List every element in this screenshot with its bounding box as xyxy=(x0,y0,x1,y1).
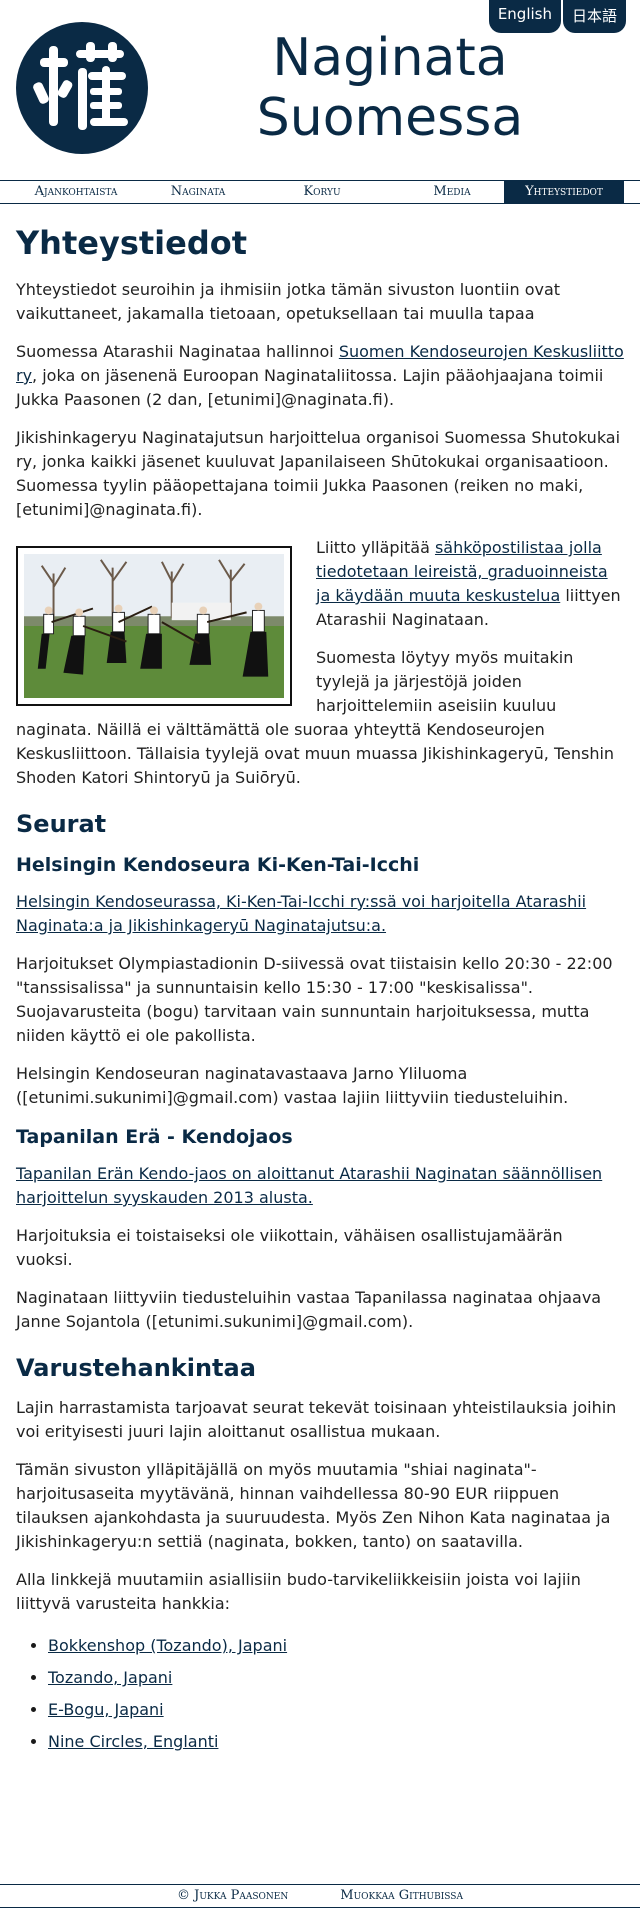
list-item: Tozando, Japani xyxy=(48,1662,624,1694)
club-tapanila-contact: Naginataan liittyviin tiedusteluihin vas… xyxy=(16,1288,602,1331)
nav-item-media[interactable]: Media xyxy=(400,181,504,203)
list-item: Nine Circles, Englanti xyxy=(48,1726,624,1758)
naginata-practice-photo xyxy=(16,546,292,706)
gear-paragraph-1: Lajin harrastamista tarjoavat seurat tek… xyxy=(16,1398,617,1441)
nav-item-yhteystiedot[interactable]: Yhteystiedot xyxy=(504,181,624,203)
nav-item-ajankohtaista[interactable]: Ajankohtaista xyxy=(0,181,152,203)
shop-link-bokkenshop[interactable]: Bokkenshop (Tozando), Japani xyxy=(48,1636,287,1655)
club-tapanila-schedule: Harjoituksia ei toistaiseksi ole viikott… xyxy=(16,1226,563,1269)
page-title: Yhteystiedot xyxy=(16,224,248,262)
club-kikentaiicchi-link-paragraph: Helsingin Kendoseurassa, Ki-Ken-Tai-Icch… xyxy=(16,890,624,938)
club-kikentaiicchi-heading: Helsingin Kendoseura Ki-Ken-Tai-Icchi xyxy=(16,854,420,876)
mailing-list-text-a: Liitto ylläpitää xyxy=(316,538,435,557)
main-nav: Ajankohtaista Naginata Koryu Media Yhtey… xyxy=(0,180,640,204)
site-title-line1: Naginata xyxy=(272,28,508,88)
gear-paragraph-3: Alla linkkejä muutamiin asiallisiin budo… xyxy=(16,1570,581,1613)
jikishinkageryu-paragraph: Jikishinkageryu Naginatajutsun harjoitte… xyxy=(16,428,621,519)
shop-link-ninecircles[interactable]: Nine Circles, Englanti xyxy=(48,1732,218,1751)
footer-edit-link[interactable]: Muokkaa Githubissa xyxy=(340,1885,463,1907)
site-title-line2: Suomessa xyxy=(256,88,524,148)
club-kikentaiicchi-schedule: Harjoitukset Olympiastadionin D-siivessä… xyxy=(16,954,613,1045)
shop-link-tozando[interactable]: Tozando, Japani xyxy=(48,1668,172,1687)
list-item: Bokkenshop (Tozando), Japani xyxy=(48,1630,624,1662)
site-title[interactable]: Naginata Suomessa xyxy=(230,28,550,148)
federation-text-b: , joka on jäsenenä Euroopan Naginataliit… xyxy=(16,366,604,409)
club-tapanila-link-paragraph: Tapanilan Erän Kendo-jaos on aloittanut … xyxy=(16,1162,624,1210)
club-tapanila-heading: Tapanilan Erä - Kendojaos xyxy=(16,1126,293,1148)
footer-author: © Jukka Paasonen xyxy=(177,1888,289,1903)
club-kikentaiicchi-contact: Helsingin Kendoseuran naginatavastaava J… xyxy=(16,1064,569,1107)
gear-heading: Varustehankintaa xyxy=(16,1354,256,1382)
list-item: E-Bogu, Japani xyxy=(48,1694,624,1726)
gear-paragraph-2: Tämän sivuston ylläpitäjällä on myös muu… xyxy=(16,1460,611,1551)
nav-item-koryu[interactable]: Koryu xyxy=(244,181,400,203)
federation-paragraph: Suomessa Atarashii Naginataa hallinnoi S… xyxy=(16,340,624,412)
main-content: Yhteystiedot Yhteystiedot seuroihin ja i… xyxy=(16,222,624,1758)
federation-text-a: Suomessa Atarashii Naginataa hallinnoi xyxy=(16,342,339,361)
nav-item-naginata[interactable]: Naginata xyxy=(152,181,244,203)
language-japanese-button[interactable]: 日本語 xyxy=(562,0,626,33)
club-tapanila-link[interactable]: Tapanilan Erän Kendo-jaos on aloittanut … xyxy=(16,1164,602,1207)
clubs-heading: Seurat xyxy=(16,810,107,838)
intro-paragraph: Yhteystiedot seuroihin ja ihmisiin jotka… xyxy=(16,280,561,323)
shop-list: Bokkenshop (Tozando), Japani Tozando, Ja… xyxy=(16,1630,624,1758)
shop-link-ebogu[interactable]: E-Bogu, Japani xyxy=(48,1700,164,1719)
club-kikentaiicchi-link[interactable]: Helsingin Kendoseurassa, Ki-Ken-Tai-Icch… xyxy=(16,892,586,935)
kanji-logo-icon[interactable] xyxy=(16,22,148,154)
footer: © Jukka Paasonen Muokkaa Githubissa xyxy=(0,1884,640,1908)
